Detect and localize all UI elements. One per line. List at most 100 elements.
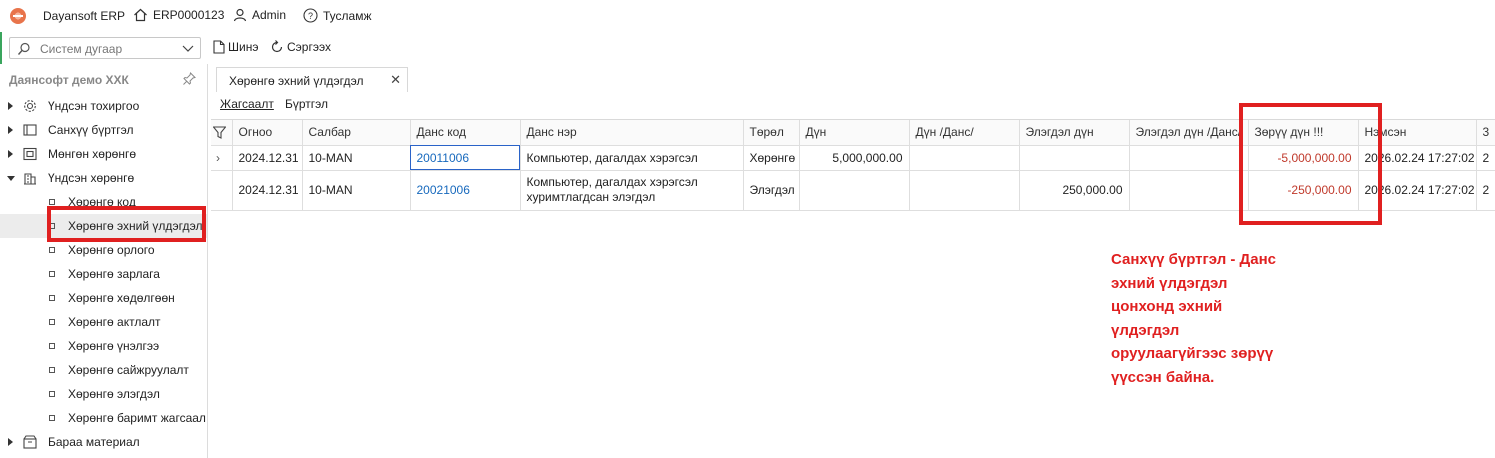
row-selector[interactable] <box>211 170 233 211</box>
cell-account-code[interactable]: 20011006 <box>410 145 521 171</box>
cell-amount-account <box>909 145 1020 171</box>
bullet-icon <box>49 319 55 325</box>
collapse-arrow-icon[interactable] <box>7 176 15 181</box>
highlight-box-difference-column <box>1239 103 1382 225</box>
column-header-depreciation[interactable]: Элэгдэл дүн <box>1019 120 1130 146</box>
cash-icon <box>23 147 37 161</box>
tab-list[interactable]: Жагсаалт <box>220 97 274 111</box>
cell-type: Хөрөнгө <box>743 145 800 171</box>
column-header-amount-account[interactable]: Дүн /Данс/ <box>909 120 1020 146</box>
refresh-button[interactable]: Сэргээх <box>270 40 331 54</box>
sidebar-subitem-label: Хөрөнгө хөдөлгөөн <box>68 291 175 305</box>
cell-type: Элэгдэл <box>743 170 800 211</box>
highlight-box-sidebar <box>47 206 206 242</box>
svg-text:?: ? <box>308 11 313 21</box>
search-icon <box>17 42 30 55</box>
pin-icon[interactable] <box>183 72 196 85</box>
help-button[interactable]: ? Тусламж <box>303 8 371 23</box>
user-icon <box>233 8 247 22</box>
company-code: ERP0000123 <box>153 8 225 22</box>
sidebar-item-cash[interactable]: Мөнгөн хөрөнгө <box>0 142 207 166</box>
sidebar-item-finance[interactable]: Санхүү бүртгэл <box>0 118 207 142</box>
cell-account-name: Компьютер, дагалдах хэрэгсэл <box>520 145 744 171</box>
new-button[interactable]: Шинэ <box>213 40 258 54</box>
expand-arrow-icon[interactable] <box>8 126 13 134</box>
user-menu[interactable]: Admin <box>233 8 286 22</box>
tab-opening-balance[interactable]: Хөрөнгө эхний үлдэгдэл ✕ <box>216 67 408 92</box>
tab-strip: Хөрөнгө эхний үлдэгдэл ✕ <box>209 64 1495 92</box>
tab-title: Хөрөнгө эхний үлдэгдэл <box>229 74 364 88</box>
account-name-line-2: хуримтлагдсан элэгдэл <box>526 190 656 204</box>
tab-register[interactable]: Бүртгэл <box>285 97 328 111</box>
cell-depreciation <box>1019 145 1130 171</box>
sidebar-item-label: Үндсэн тохиргоо <box>48 99 140 113</box>
close-icon[interactable]: ✕ <box>390 72 401 88</box>
cell-date: 2024.12.31 <box>232 170 303 211</box>
sidebar-subitem-asset-writeoff[interactable]: Хөрөнгө актлалт <box>0 310 207 334</box>
cell-depreciation-account <box>1129 170 1249 211</box>
expand-arrow-icon[interactable] <box>8 102 13 110</box>
company-name: Даянсофт демо ХХК <box>9 73 129 87</box>
app-name: Dayansoft ERP <box>43 9 126 23</box>
sidebar-item-settings[interactable]: Үндсэн тохиргоо <box>0 94 207 118</box>
sidebar-subitem-label: Хөрөнгө баримт жагсаал <box>68 411 206 425</box>
cell-account-name: Компьютер, дагалдах хэрэгсэл хуримтлагдс… <box>520 170 744 211</box>
bullet-icon <box>49 415 55 421</box>
annotation-line: Санхүү бүртгэл - Данс <box>1111 251 1276 268</box>
sidebar-subitem-label: Хөрөнгө орлого <box>68 243 155 257</box>
gear-icon <box>24 100 36 112</box>
cell-date: 2024.12.31 <box>232 145 303 171</box>
sidebar-subitem-asset-expense[interactable]: Хөрөнгө зарлага <box>0 262 207 286</box>
column-header-date[interactable]: Огноо <box>232 120 303 146</box>
annotation-line: үлдэгдэл <box>1111 321 1180 339</box>
annotation-note: Санхүү бүртгэл - Данс эхний үлдэгдэл цон… <box>1111 248 1301 389</box>
cell-account-code[interactable]: 20021006 <box>410 170 521 211</box>
sidebar-item-inventory[interactable]: Бараа материал <box>0 430 207 454</box>
sidebar-item-fixed-assets[interactable]: Үндсэн хөрөнгө <box>0 166 207 190</box>
sidebar-subitem-asset-documents[interactable]: Хөрөнгө баримт жагсаал <box>0 406 207 430</box>
help-label: Тусламж <box>323 8 372 23</box>
sidebar-subitem-asset-movement[interactable]: Хөрөнгө хөдөлгөөн <box>0 286 207 310</box>
annotation-line: оруулаагүйгээс зөрүү <box>1111 345 1274 362</box>
box-icon <box>23 435 37 449</box>
bullet-icon <box>49 199 55 205</box>
sidebar-subitem-asset-valuation[interactable]: Хөрөнгө үнэлгээ <box>0 334 207 358</box>
sidebar-subitem-asset-depreciation[interactable]: Хөрөнгө элэгдэл <box>0 382 207 406</box>
filter-icon[interactable] <box>213 126 226 139</box>
new-document-icon <box>213 40 225 54</box>
sidebar-subitem-label: Хөрөнгө сайжруулалт <box>68 363 189 377</box>
column-header-account-name[interactable]: Данс нэр <box>520 120 744 146</box>
account-name-line-1: Компьютер, дагалдах хэрэгсэл <box>526 175 698 189</box>
refresh-button-label: Сэргээх <box>287 40 331 54</box>
cell-amount <box>799 170 910 211</box>
search-input[interactable]: Систем дугаар <box>9 37 201 59</box>
bullet-icon <box>49 343 55 349</box>
column-header-account-code[interactable]: Данс код <box>410 120 521 146</box>
row-selector[interactable]: › <box>211 145 233 171</box>
chevron-down-icon[interactable] <box>182 43 194 53</box>
annotation-line: эхний үлдэгдэл <box>1111 274 1228 292</box>
bullet-icon <box>49 295 55 301</box>
filter-column-header[interactable] <box>211 120 233 146</box>
column-header-extra[interactable]: 3 <box>1476 120 1495 146</box>
column-header-depreciation-account[interactable]: Элэгдэл дүн /Данс/ <box>1129 120 1249 146</box>
annotation-line: цонхонд эхний <box>1111 298 1223 315</box>
expand-arrow-icon[interactable] <box>8 438 13 446</box>
annotation-line: үүссэн байна. <box>1111 368 1215 386</box>
expand-arrow-icon[interactable] <box>8 150 13 158</box>
refresh-icon <box>271 40 283 53</box>
column-header-amount[interactable]: Дүн <box>799 120 910 146</box>
company-switcher[interactable]: ERP0000123 <box>133 8 224 22</box>
sidebar-subitem-label: Хөрөнгө зарлага <box>68 267 160 281</box>
column-header-branch[interactable]: Салбар <box>302 120 411 146</box>
app-brand[interactable]: Dayansoft ERP <box>10 8 125 24</box>
sidebar-subitem-label: Хөрөнгө элэгдэл <box>68 387 160 401</box>
sidebar-subitem-label: Хөрөнгө актлалт <box>68 315 161 329</box>
sidebar-subitem-asset-improvement[interactable]: Хөрөнгө сайжруулалт <box>0 358 207 382</box>
search-placeholder: Систем дугаар <box>40 42 123 56</box>
sidebar-item-label: Мөнгөн хөрөнгө <box>48 147 137 161</box>
column-header-type[interactable]: Төрөл <box>743 120 800 146</box>
help-icon: ? <box>303 8 318 23</box>
bullet-icon <box>49 391 55 397</box>
app-logo-icon <box>10 8 26 24</box>
